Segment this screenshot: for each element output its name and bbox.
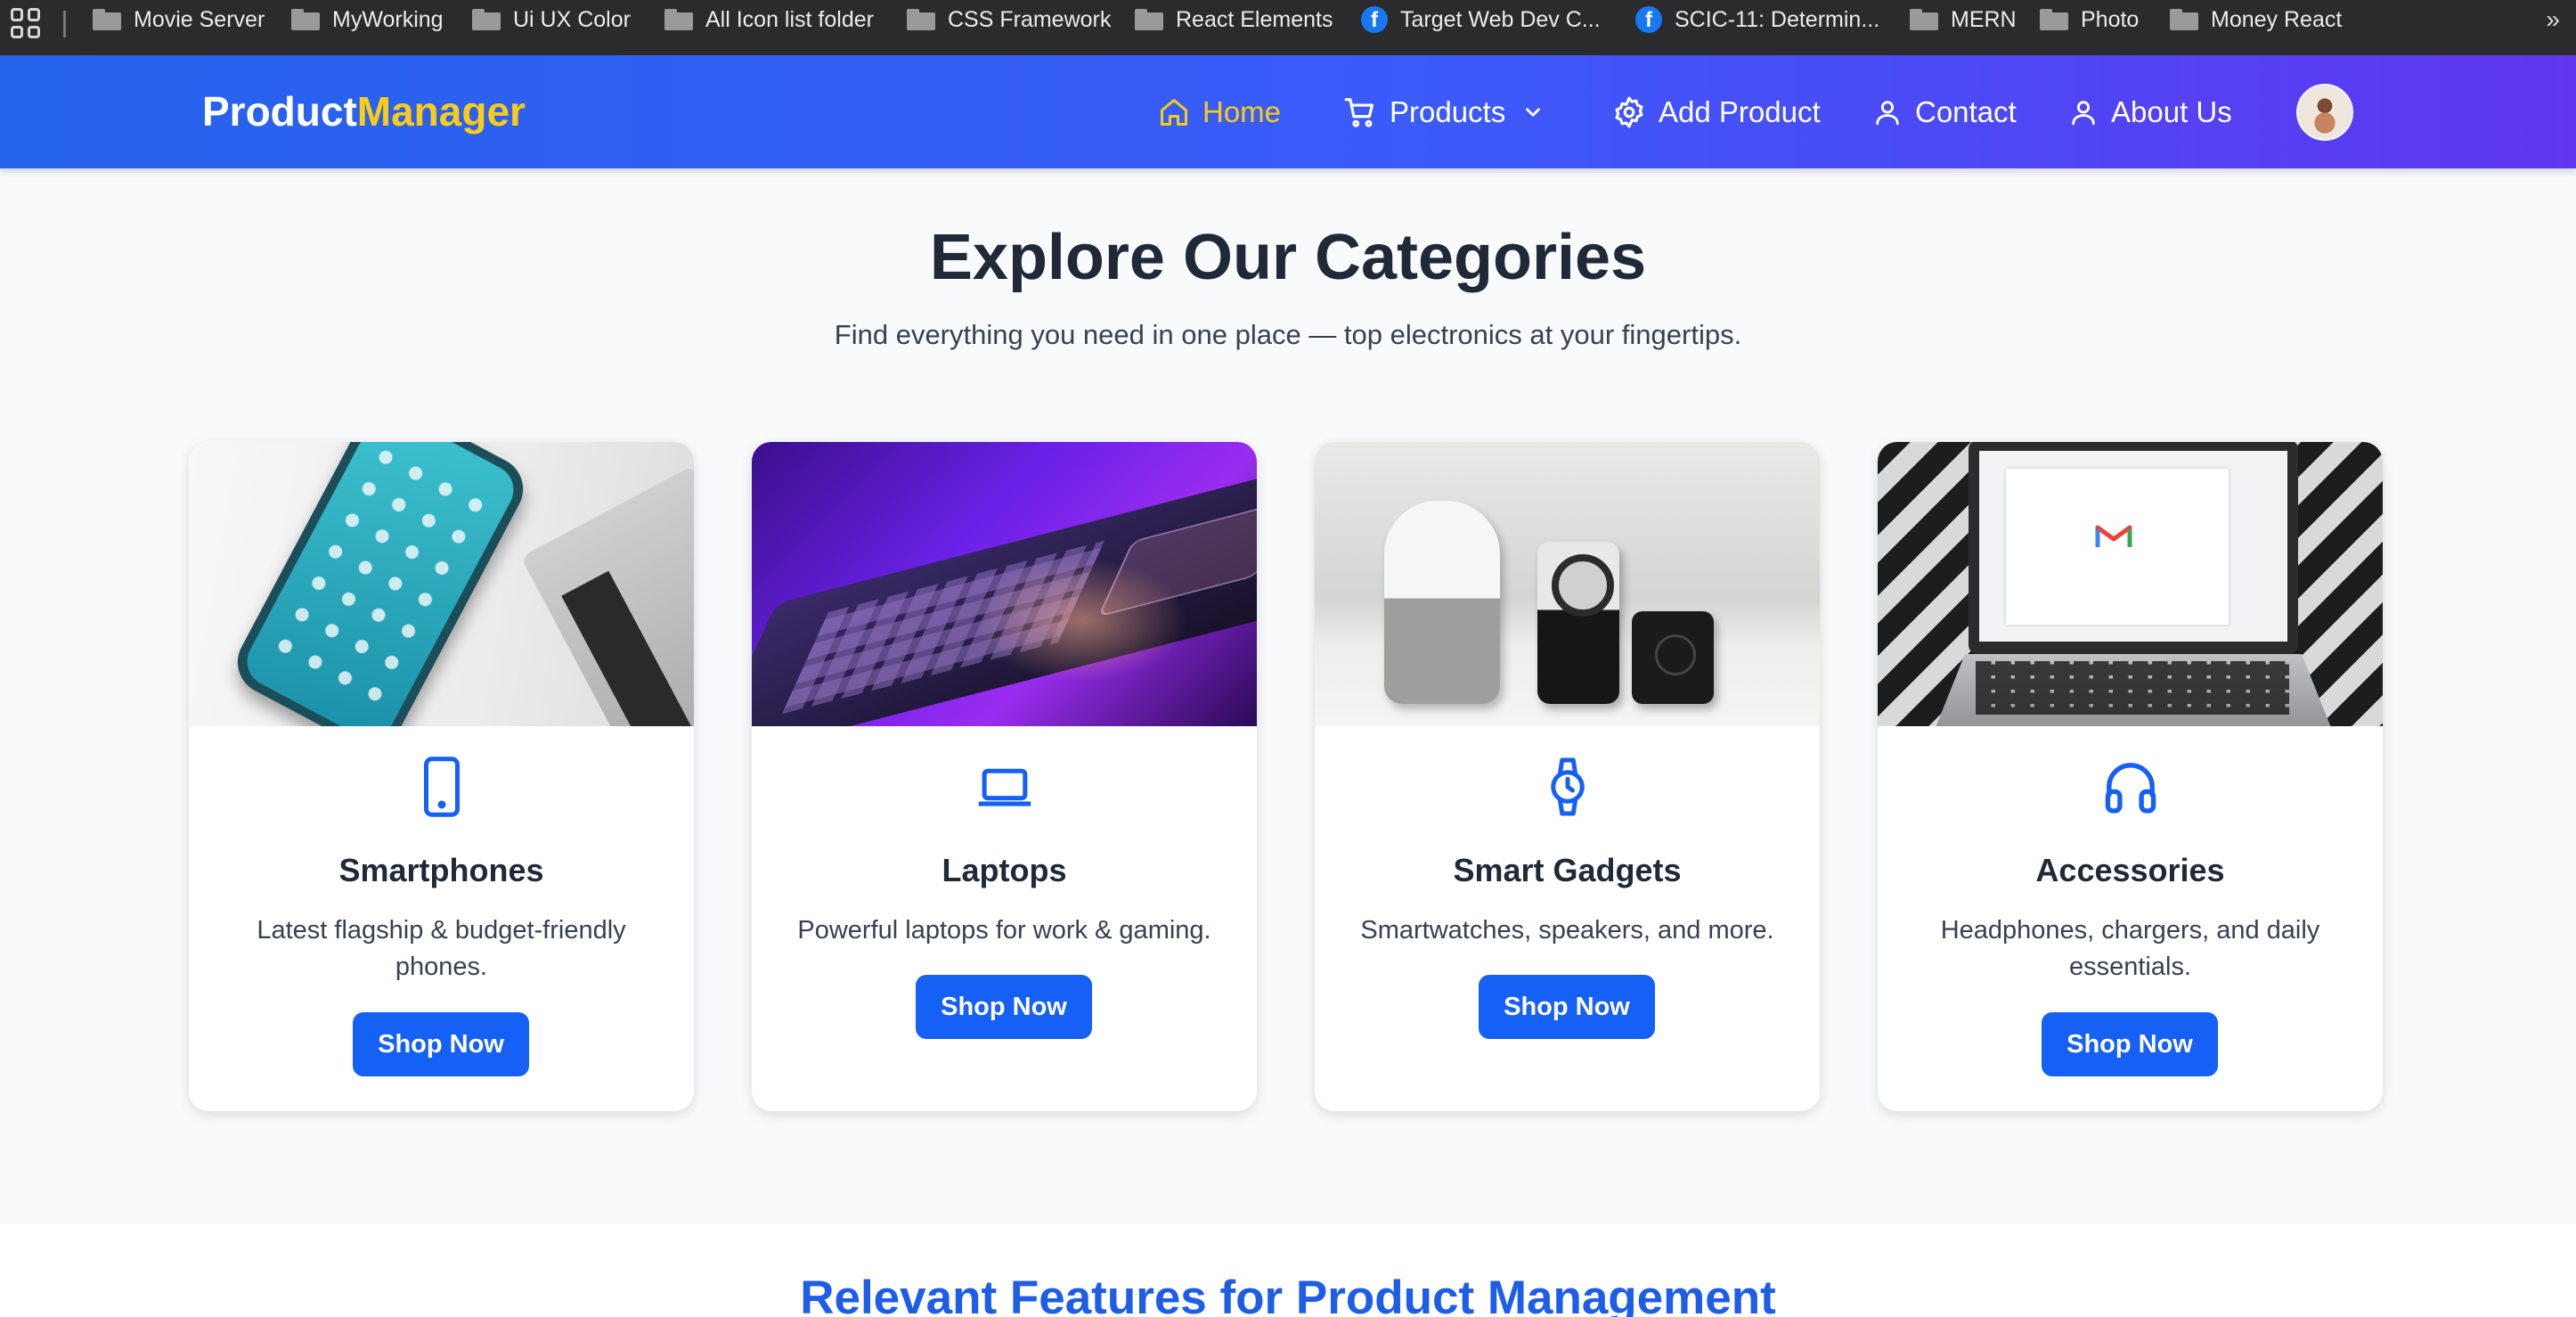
bookmark-label: React Elements xyxy=(1176,6,1333,32)
folder-icon xyxy=(291,9,320,30)
bookmark-label: MyWorking xyxy=(332,6,444,32)
features-section: Relevant Features for Product Management xyxy=(0,1224,2576,1317)
user-avatar[interactable] xyxy=(2296,84,2353,141)
smartphone-icon xyxy=(189,756,694,818)
nav-contact[interactable]: Contact xyxy=(1872,55,2017,168)
folder-icon xyxy=(2170,9,2198,30)
shop-now-button[interactable]: Shop Now xyxy=(2042,1012,2218,1076)
nav-home-label: Home xyxy=(1202,94,1282,128)
category-description: Smartwatches, speakers, and more. xyxy=(1360,916,1774,945)
bookmark-label: MERN xyxy=(1951,6,2017,32)
headphones-icon xyxy=(1878,756,2383,818)
category-description: Powerful laptops for work & gaming. xyxy=(797,916,1211,945)
bookmark-label: Ui UX Color xyxy=(513,6,631,32)
nav-about-label: About Us xyxy=(2111,94,2232,128)
category-description: Latest flagship & budget-friendly phones… xyxy=(257,916,626,981)
gear-icon xyxy=(1615,96,1643,127)
bookmarks-divider xyxy=(63,11,66,37)
bookmark-all-icon-list[interactable]: All Icon list folder xyxy=(664,0,874,39)
page-subtitle: Find everything you need in one place — … xyxy=(834,319,1742,350)
bookmark-label: Movie Server xyxy=(134,6,265,32)
nav-add-product[interactable]: Add Product xyxy=(1612,55,1821,168)
bookmark-label: All Icon list folder xyxy=(705,6,874,32)
category-title: Smart Gadgets xyxy=(1453,852,1682,888)
folder-icon xyxy=(472,9,501,30)
chevron-down-icon xyxy=(1526,107,1541,117)
brand-accent-text: Manager xyxy=(356,88,526,135)
gmail-logo xyxy=(2095,525,2132,547)
folder-icon xyxy=(907,9,935,30)
category-card-smartphones: Smartphones Latest flagship & budget-fri… xyxy=(189,442,694,1111)
more-bookmarks-button[interactable]: » xyxy=(2546,5,2560,34)
category-title: Smartphones xyxy=(338,852,544,888)
folder-icon xyxy=(664,9,693,30)
user-icon xyxy=(2072,100,2095,125)
navbar: ProductManager Home Products Add Product… xyxy=(0,55,2576,168)
bookmark-label: CSS Framework xyxy=(948,6,1112,32)
bookmark-label: Photo xyxy=(2081,6,2140,32)
watch-icon xyxy=(1315,756,1820,818)
home-icon xyxy=(1161,98,1187,126)
bookmark-target-web-dev[interactable]: f Target Web Dev C... xyxy=(1361,0,1601,39)
category-title: Accessories xyxy=(2035,852,2225,888)
nav-about[interactable]: About Us xyxy=(2068,55,2232,168)
accessories-image xyxy=(1878,442,2383,726)
apps-grid-icon[interactable] xyxy=(11,8,41,38)
nav-add-product-label: Add Product xyxy=(1659,94,1821,128)
page-title: Explore Our Categories xyxy=(929,222,1647,293)
bookmark-ui-ux-color[interactable]: Ui UX Color xyxy=(472,0,631,39)
category-title: Laptops xyxy=(942,852,1067,888)
category-card-smart-gadgets: Smart Gadgets Smartwatches, speakers, an… xyxy=(1315,442,1820,1111)
bookmark-money-react[interactable]: Money React xyxy=(2170,0,2342,39)
category-card-laptops: Laptops Powerful laptops for work & gami… xyxy=(752,442,1257,1111)
category-description: Headphones, chargers, and daily essentia… xyxy=(1940,916,2320,981)
bookmark-mern[interactable]: MERN xyxy=(1910,0,2017,39)
bookmark-movie-server[interactable]: Movie Server xyxy=(93,0,265,39)
folder-icon xyxy=(1135,9,1163,30)
shop-now-button[interactable]: Shop Now xyxy=(916,975,1092,1039)
brand-text: Product xyxy=(202,88,357,135)
brand-logo[interactable]: ProductManager xyxy=(202,87,526,135)
shop-now-button[interactable]: Shop Now xyxy=(1479,975,1655,1039)
bookmark-css-framework[interactable]: CSS Framework xyxy=(907,0,1111,39)
category-card-accessories: Accessories Headphones, chargers, and da… xyxy=(1878,442,2383,1111)
nav-products[interactable]: Products xyxy=(1343,55,1545,168)
bookmark-scic-11[interactable]: f SCIC-11: Determin... xyxy=(1635,0,1879,39)
folder-icon xyxy=(2040,9,2068,30)
bookmark-label: SCIC-11: Determin... xyxy=(1675,6,1880,32)
smart-gadgets-image xyxy=(1315,442,1820,726)
bookmark-label: Target Web Dev C... xyxy=(1400,6,1601,32)
laptops-image xyxy=(752,442,1257,726)
bookmark-react-elements[interactable]: React Elements xyxy=(1135,0,1333,39)
features-title: Relevant Features for Product Management xyxy=(800,1272,1776,1317)
cart-icon xyxy=(1344,97,1374,127)
facebook-icon: f xyxy=(1635,6,1662,33)
laptop-icon xyxy=(752,756,1257,818)
folder-icon xyxy=(93,9,121,30)
folder-icon xyxy=(1910,9,1938,30)
nav-home[interactable]: Home xyxy=(1158,55,1281,168)
bookmarks-bar: Movie Server MyWorking Ui UX Color All I… xyxy=(0,0,2576,55)
nav-contact-label: Contact xyxy=(1915,94,2017,128)
facebook-icon: f xyxy=(1361,6,1388,33)
user-icon xyxy=(1876,100,1899,125)
nav-products-label: Products xyxy=(1390,94,1506,128)
bookmark-label: Money React xyxy=(2211,6,2343,32)
bookmark-myworking[interactable]: MyWorking xyxy=(291,0,444,39)
shop-now-button[interactable]: Shop Now xyxy=(353,1012,529,1076)
bookmark-photo[interactable]: Photo xyxy=(2040,0,2139,39)
smartphones-image xyxy=(189,442,694,726)
